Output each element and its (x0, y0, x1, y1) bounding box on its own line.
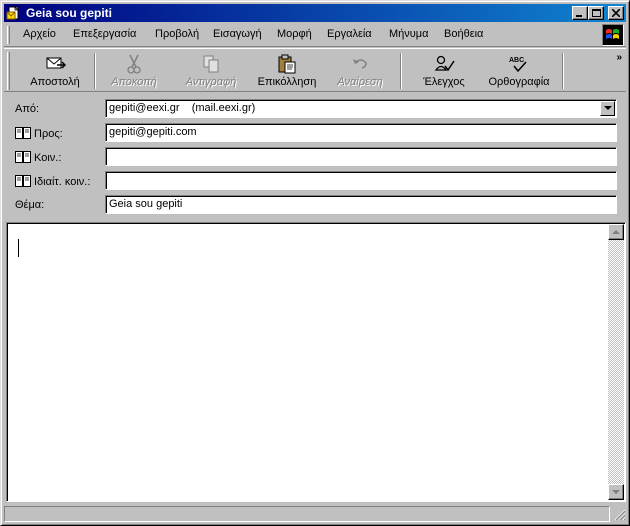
paste-button[interactable]: Επικόλληση (252, 51, 322, 91)
undo-icon (349, 54, 371, 74)
toolbar-separator (94, 53, 96, 89)
address-book-icon (15, 151, 31, 166)
menu-message[interactable]: Μήνυμα (389, 28, 429, 40)
arrow-up-icon (612, 230, 620, 234)
copy-icon (200, 54, 222, 74)
menu-edit[interactable]: Επεξεργασία (73, 28, 136, 40)
undo-button[interactable]: Αναίρεση (328, 51, 392, 91)
from-select[interactable]: gepiti@eexi.gr (mail.eexi.gr) (105, 99, 617, 118)
copy-button[interactable]: Αντιγραφή (176, 51, 246, 91)
check-names-icon (433, 54, 455, 74)
compose-window: Geia sou gepiti Αρχείο Επεξεργασία Προβο… (0, 0, 630, 526)
bcc-label-button[interactable]: Ιδιαίτ. κοιν.: (15, 175, 90, 190)
spelling-label: Ορθογραφία (488, 76, 550, 88)
resize-grip-icon[interactable] (612, 507, 626, 521)
cut-label: Αποκοπή (111, 76, 157, 88)
menu-file[interactable]: Αρχείο (23, 28, 56, 40)
check-names-button[interactable]: Έλεγχος (410, 51, 478, 91)
scissors-icon (123, 54, 145, 74)
to-value: gepiti@gepiti.com (109, 126, 197, 138)
menu-tools[interactable]: Εργαλεία (327, 28, 372, 40)
toolbar-separator (400, 53, 402, 89)
minimize-icon (576, 15, 582, 17)
send-icon (44, 54, 67, 74)
menu-view[interactable]: Προβολή (155, 28, 199, 40)
toolbar-more-icon[interactable]: » (616, 52, 622, 63)
to-label: Προς: (34, 128, 63, 140)
bcc-field[interactable] (105, 171, 617, 190)
maximize-button[interactable] (588, 6, 604, 20)
address-book-icon (15, 175, 31, 190)
subject-label: Θέμα: (15, 199, 45, 211)
check-names-label: Έλεγχος (423, 76, 465, 88)
to-label-button[interactable]: Προς: (15, 127, 63, 142)
subject-value: Geia sou gepiti (109, 198, 183, 210)
minimize-button[interactable] (572, 6, 588, 20)
cc-field[interactable] (105, 147, 617, 166)
text-caret (18, 239, 19, 257)
menu-format[interactable]: Μορφή (277, 28, 312, 40)
send-label: Αποστολή (30, 76, 80, 88)
from-label: Από: (15, 103, 40, 115)
menu-help[interactable]: Βοήθεια (444, 28, 483, 40)
paste-label: Επικόλληση (257, 76, 317, 88)
menubar-grip[interactable] (7, 26, 10, 44)
cc-label: Κοιν.: (34, 152, 62, 164)
address-book-icon (15, 127, 31, 142)
from-value: gepiti@eexi.gr (mail.eexi.gr) (109, 102, 256, 114)
window-title: Geia sou gepiti (26, 6, 113, 20)
toolbar-grip[interactable] (7, 52, 10, 90)
arrow-down-icon (612, 490, 620, 494)
chevron-down-icon (604, 106, 612, 110)
spelling-button[interactable]: ABC Ορθογραφία (482, 51, 556, 91)
toolbar-separator (562, 53, 564, 89)
cut-button[interactable]: Αποκοπή (102, 51, 166, 91)
windows-logo-icon (602, 24, 624, 46)
undo-label: Αναίρεση (337, 76, 383, 88)
copy-label: Αντιγραφή (185, 76, 237, 88)
close-icon (612, 9, 620, 17)
maximize-icon (592, 9, 601, 17)
title-bar[interactable]: Geia sou gepiti (4, 4, 626, 22)
menu-insert[interactable]: Εισαγωγή (213, 28, 262, 40)
from-dropdown-button[interactable] (600, 101, 615, 116)
message-body[interactable] (6, 222, 626, 502)
scroll-down-button[interactable] (608, 484, 624, 500)
bcc-label: Ιδιαίτ. κοιν.: (34, 176, 91, 188)
cc-label-button[interactable]: Κοιν.: (15, 151, 61, 166)
send-button[interactable]: Αποστολή (20, 51, 90, 91)
subject-field[interactable]: Geia sou gepiti (105, 195, 617, 214)
status-bar (4, 505, 626, 523)
close-button[interactable] (608, 6, 624, 20)
toolbar: Αποστολή Αποκοπή Αντιγραφή Επικόλληση Αν… (4, 48, 626, 92)
new-message-icon (6, 5, 22, 21)
to-field[interactable]: gepiti@gepiti.com (105, 123, 617, 142)
menu-bar: Αρχείο Επεξεργασία Προβολή Εισαγωγή Μορφ… (4, 23, 626, 47)
svg-text:ABC: ABC (509, 57, 524, 64)
spellcheck-icon: ABC (508, 54, 530, 74)
status-panel (4, 506, 610, 522)
clipboard-icon (276, 54, 298, 74)
scroll-up-button[interactable] (608, 224, 624, 240)
vertical-scrollbar[interactable] (608, 224, 624, 500)
